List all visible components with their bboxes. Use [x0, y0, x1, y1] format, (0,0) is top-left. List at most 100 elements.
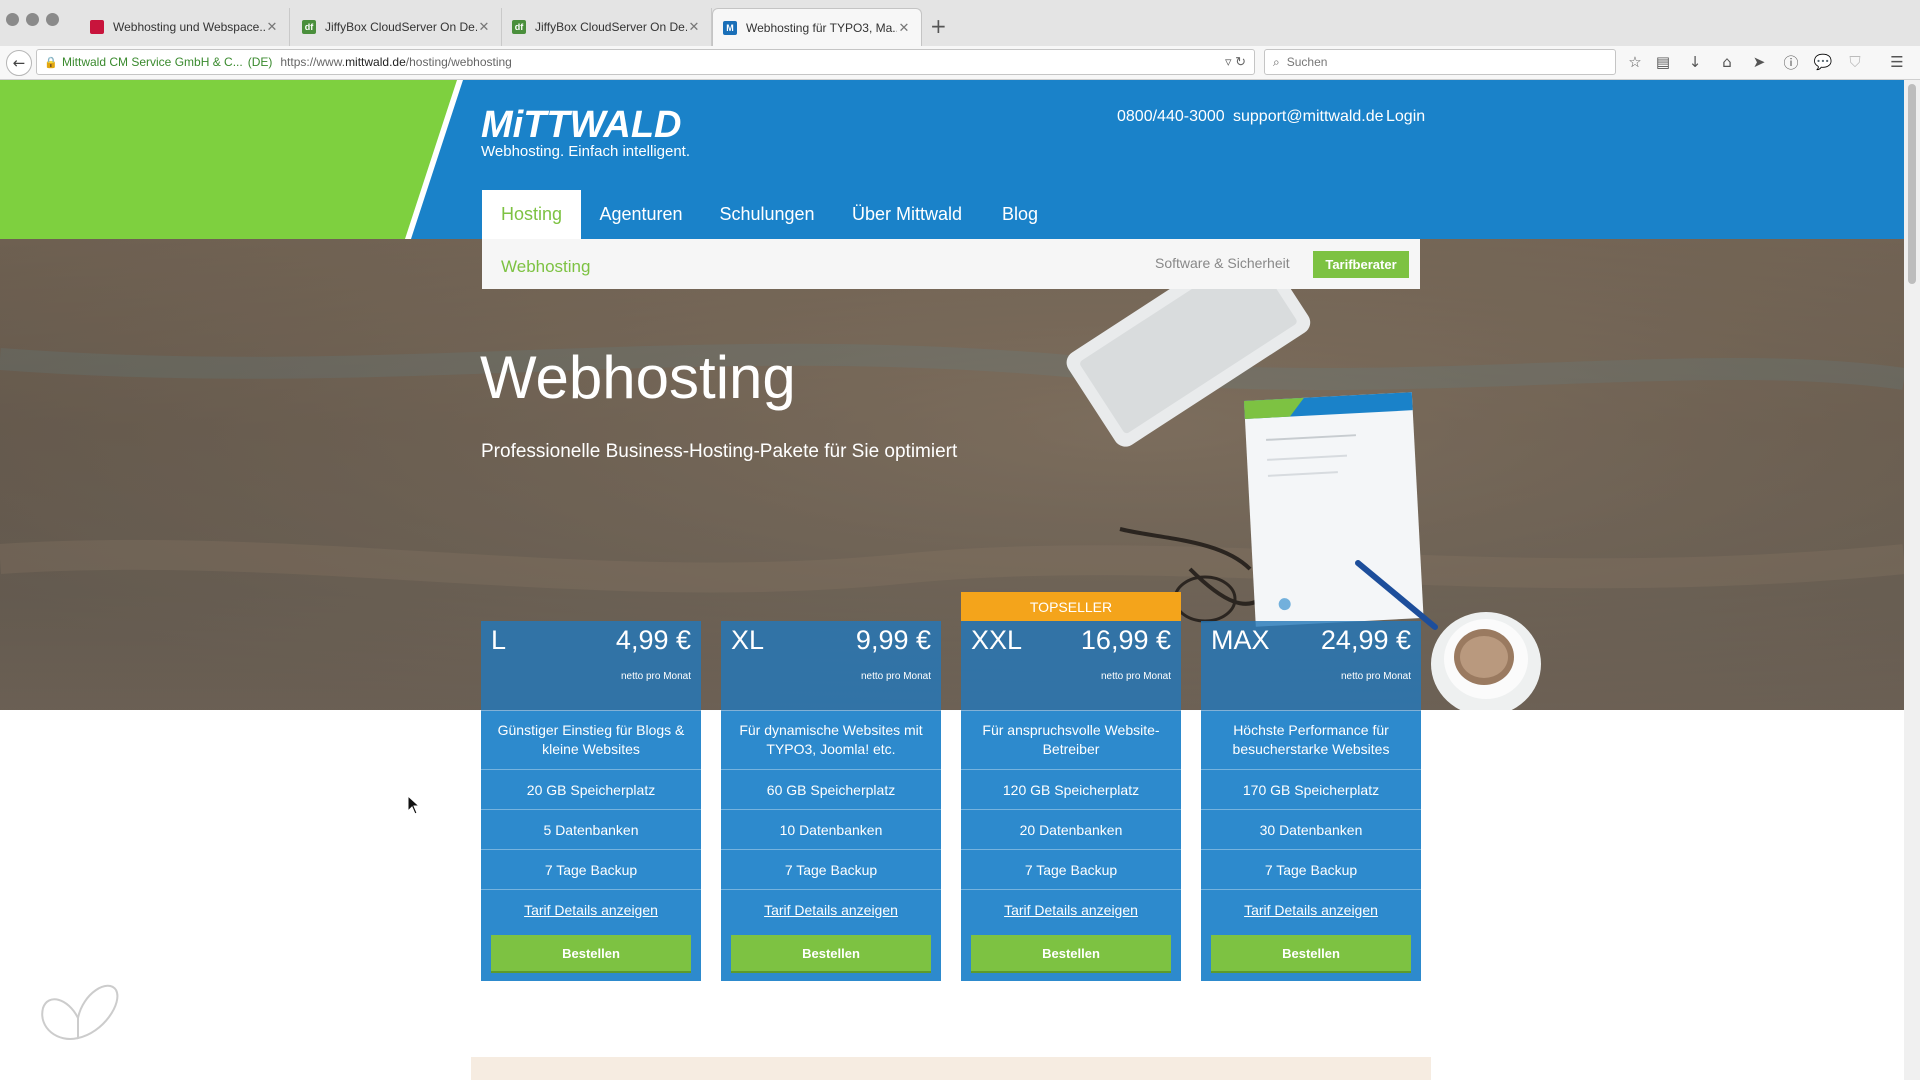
- plan-databases: 30 Datenbanken: [1201, 810, 1421, 850]
- certificate-owner: Mittwald CM Service GmbH & C...: [62, 55, 243, 69]
- search-input[interactable]: ⌕ Suchen: [1264, 49, 1616, 75]
- info-icon[interactable]: ⓘ: [1780, 50, 1802, 74]
- tab-close-icon[interactable]: ✕: [265, 19, 279, 35]
- tab-favicon-icon: df: [512, 20, 526, 34]
- nav-schulungen[interactable]: Schulungen: [712, 190, 822, 239]
- plan-storage: 20 GB Speicherplatz: [481, 770, 701, 810]
- tab-close-icon[interactable]: ✕: [477, 19, 491, 35]
- window-close-button[interactable]: [6, 13, 19, 26]
- tab-label: JiffyBox CloudServer On De...: [535, 20, 687, 34]
- plan-header: XL 9,99 € netto pro Monat: [721, 621, 941, 711]
- subnav-software-sicherheit[interactable]: Software & Sicherheit: [1155, 255, 1290, 271]
- browser-tab-4-active[interactable]: M Webhosting für TYPO3, Ma... ✕: [712, 8, 922, 46]
- plan-description: Für anspruchsvolle Website-Betreiber: [961, 711, 1181, 770]
- plan-description: Höchste Performance für besucherstarke W…: [1201, 711, 1421, 770]
- tab-favicon-icon: [90, 20, 104, 34]
- plan-price: 9,99 €: [855, 625, 931, 655]
- plan-details-link[interactable]: Tarif Details anzeigen: [481, 890, 701, 929]
- window-zoom-button[interactable]: [46, 13, 59, 26]
- order-button[interactable]: Bestellen: [731, 935, 931, 971]
- plan-card-max: MAX 24,99 € netto pro Monat Höchste Perf…: [1201, 621, 1421, 981]
- browser-tab-2[interactable]: df JiffyBox CloudServer On De... ✕: [292, 8, 502, 46]
- tab-favicon-icon: df: [302, 20, 316, 34]
- mittwald-logo[interactable]: MiTTWALD: [481, 104, 682, 147]
- scrollbar-thumb[interactable]: [1908, 84, 1916, 284]
- tab-label: Webhosting und Webspace...: [113, 20, 265, 34]
- plan-price: 24,99 €: [1320, 625, 1411, 655]
- plan-price: 16,99 €: [1080, 625, 1171, 655]
- plan-features: Günstiger Einstieg für Blogs & kleine We…: [481, 711, 701, 981]
- plan-storage: 120 GB Speicherplatz: [961, 770, 1181, 810]
- plan-backup: 7 Tage Backup: [1201, 850, 1421, 890]
- plan-databases: 10 Datenbanken: [721, 810, 941, 850]
- hero-banner: [0, 239, 1904, 710]
- nav-hosting[interactable]: Hosting: [482, 190, 581, 239]
- mouse-cursor-icon: [407, 795, 421, 815]
- back-arrow-icon[interactable]: ←: [6, 50, 32, 76]
- download-icon[interactable]: ↓: [1684, 50, 1706, 74]
- next-section-strip: [471, 1057, 1431, 1080]
- topseller-badge: TOPSELLER: [961, 592, 1181, 621]
- plan-header: MAX 24,99 € netto pro Monat: [1201, 621, 1421, 711]
- subnav-webhosting[interactable]: Webhosting: [501, 257, 590, 277]
- plan-header: L 4,99 € netto pro Monat: [481, 621, 701, 711]
- window-minimize-button[interactable]: [26, 13, 39, 26]
- hero-title: Webhosting: [480, 344, 796, 411]
- web-page: MiTTWALD Webhosting. Einfach intelligent…: [0, 80, 1904, 1080]
- plan-details-link[interactable]: Tarif Details anzeigen: [961, 890, 1181, 929]
- header-phone-link[interactable]: 0800/440-3000: [1117, 108, 1225, 126]
- plan-backup: 7 Tage Backup: [961, 850, 1181, 890]
- plan-backup: 7 Tage Backup: [481, 850, 701, 890]
- butterfly-watermark-icon: [41, 984, 119, 1040]
- reading-list-icon[interactable]: ▤: [1652, 50, 1674, 74]
- plan-details-link[interactable]: Tarif Details anzeigen: [1201, 890, 1421, 929]
- hero-desk-image: [0, 239, 1904, 710]
- browser-tab-3[interactable]: df JiffyBox CloudServer On De... ✕: [502, 8, 712, 46]
- plan-header: XXL 16,99 € netto pro Monat: [961, 621, 1181, 711]
- menu-hamburger-icon[interactable]: ☰: [1886, 50, 1908, 74]
- plan-name: MAX: [1211, 625, 1270, 655]
- tarifberater-button[interactable]: Tarifberater: [1313, 251, 1409, 278]
- plan-net-note: netto pro Monat: [620, 671, 691, 682]
- bookmark-star-icon[interactable]: ☆: [1624, 50, 1646, 74]
- plan-storage: 60 GB Speicherplatz: [721, 770, 941, 810]
- search-icon: ⌕: [1273, 54, 1280, 69]
- header-email-link[interactable]: support@mittwald.de: [1233, 108, 1384, 126]
- certificate-country: (DE): [247, 55, 273, 69]
- url-text: https://www.mittwald.de/hosting/webhosti…: [280, 55, 512, 69]
- shield-icon[interactable]: ⛉: [1844, 50, 1866, 74]
- header-login-link[interactable]: Login: [1386, 108, 1425, 126]
- tab-label: Webhosting für TYPO3, Ma...: [746, 20, 897, 35]
- tab-close-icon[interactable]: ✕: [897, 20, 911, 36]
- nav-blog[interactable]: Blog: [992, 190, 1048, 239]
- new-tab-plus-icon[interactable]: +: [930, 14, 947, 38]
- plan-details-link[interactable]: Tarif Details anzeigen: [721, 890, 941, 929]
- chat-icon[interactable]: 💬: [1812, 50, 1834, 74]
- plan-backup: 7 Tage Backup: [721, 850, 941, 890]
- tab-label: JiffyBox CloudServer On De...: [325, 20, 477, 34]
- nav-ueber-mittwald[interactable]: Über Mittwald: [842, 190, 972, 239]
- tab-close-icon[interactable]: ✕: [687, 19, 701, 35]
- reload-icon[interactable]: ▿ ↻: [1225, 54, 1246, 70]
- lock-icon: 🔒: [44, 56, 58, 69]
- plan-name: XL: [731, 625, 765, 655]
- plan-storage: 170 GB Speicherplatz: [1201, 770, 1421, 810]
- browser-tab-1[interactable]: Webhosting und Webspace... ✕: [80, 8, 290, 46]
- order-button[interactable]: Bestellen: [1211, 935, 1411, 971]
- plan-description: Günstiger Einstieg für Blogs & kleine We…: [481, 711, 701, 770]
- plan-name: XXL: [971, 625, 1023, 655]
- home-icon[interactable]: ⌂: [1716, 50, 1738, 74]
- plan-net-note: netto pro Monat: [1340, 671, 1411, 682]
- share-icon[interactable]: ➤: [1748, 50, 1770, 74]
- order-button[interactable]: Bestellen: [971, 935, 1171, 971]
- order-button[interactable]: Bestellen: [491, 935, 691, 971]
- plan-features: Höchste Performance für besucherstarke W…: [1201, 711, 1421, 981]
- hero-subtitle: Professionelle Business-Hosting-Pakete f…: [481, 441, 958, 462]
- plan-features: Für dynamische Websites mit TYPO3, Jooml…: [721, 711, 941, 981]
- nav-agenturen[interactable]: Agenturen: [590, 190, 692, 239]
- search-placeholder: Suchen: [1286, 55, 1328, 69]
- plan-description: Für dynamische Websites mit TYPO3, Jooml…: [721, 711, 941, 770]
- plan-features: Für anspruchsvolle Website-Betreiber 120…: [961, 711, 1181, 981]
- address-bar[interactable]: 🔒 Mittwald CM Service GmbH & C... (DE) h…: [36, 49, 1255, 75]
- header-green-accent: [0, 80, 460, 239]
